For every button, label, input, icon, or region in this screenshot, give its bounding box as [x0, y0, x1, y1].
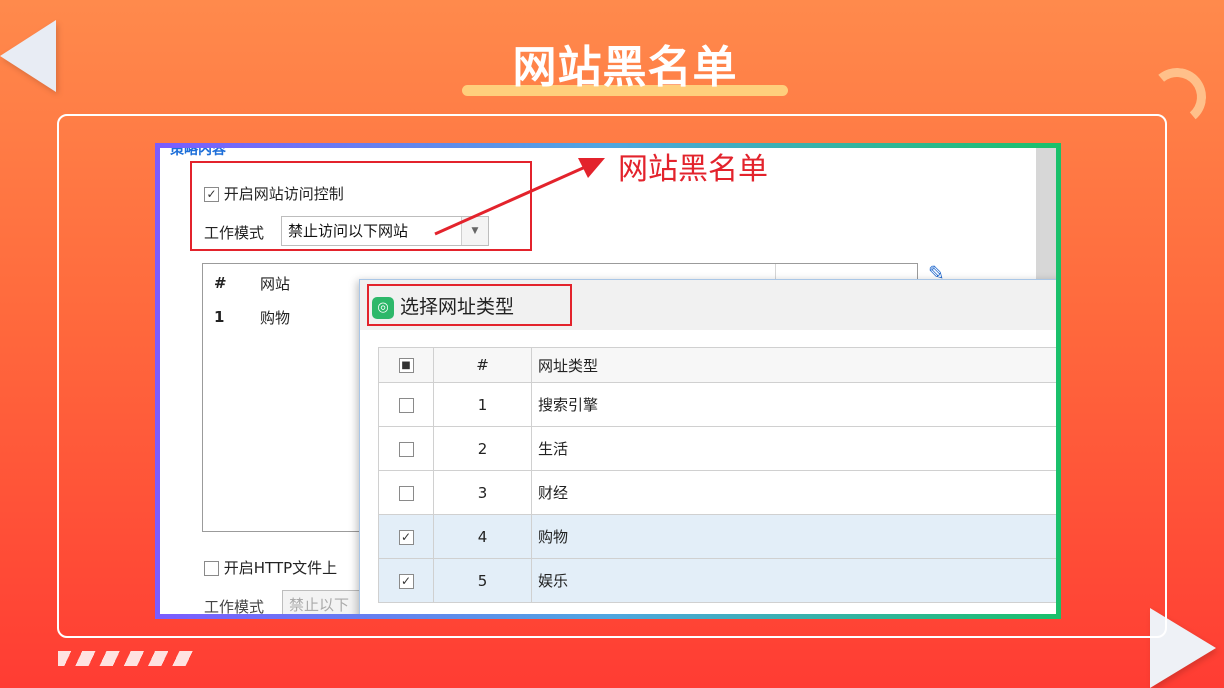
screenshot-panel: 策略内容 网站黑名单 ✓ 开启网站访问控制 工作模式 禁止访问以下网站 ▼ # … — [155, 143, 1061, 619]
page-title: 网站黑名单 — [512, 42, 738, 93]
screenshot-content: 策略内容 网站黑名单 ✓ 开启网站访问控制 工作模式 禁止访问以下网站 ▼ # … — [160, 148, 1056, 614]
decorative-triangle-left — [0, 20, 56, 92]
title-block: 网站黑名单 — [462, 40, 788, 100]
decorative-stripes — [58, 651, 193, 666]
annotation-arrow — [434, 158, 605, 236]
